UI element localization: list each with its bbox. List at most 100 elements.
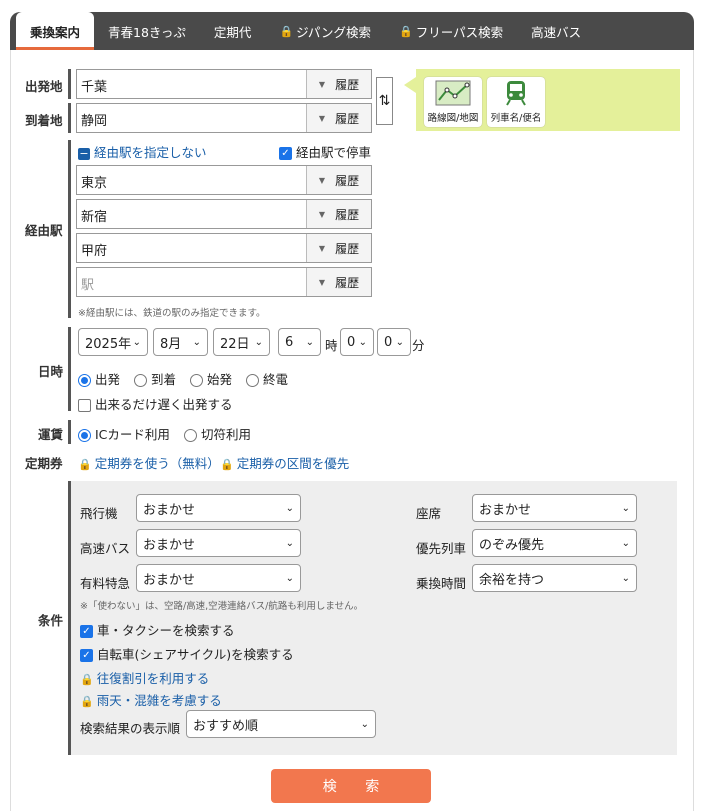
- bicycle-checkbox[interactable]: ✓ 自転車(シェアサイクル)を検索する: [80, 644, 294, 663]
- chevron-down-icon: ⌄: [132, 336, 141, 348]
- fare-label: 運賃: [38, 427, 64, 442]
- via-history-button[interactable]: ▼ 履歴: [307, 166, 371, 194]
- via-station-field-2[interactable]: 新宿 ▼ 履歴: [76, 199, 372, 229]
- transfer-label: 乗換時間: [416, 576, 467, 591]
- checkbox-checked-icon: ✓: [80, 649, 93, 662]
- pass-label: 定期券: [25, 456, 63, 471]
- via-station-field-4[interactable]: 駅 ▼ 履歴: [76, 267, 372, 297]
- departure-field[interactable]: 千葉 ▼ 履歴: [76, 69, 372, 99]
- via-note: ※経由駅には、鉄道の駅のみ指定できます。: [78, 308, 266, 319]
- stop-at-via-label: 経由駅で停車: [295, 145, 371, 160]
- tab-route-search[interactable]: 乗換案内: [16, 12, 95, 50]
- mode-label: 終電: [263, 372, 289, 387]
- lock-icon: 🔒: [78, 458, 92, 471]
- via-history-button[interactable]: ▼ 履歴: [307, 234, 371, 262]
- round-trip-link[interactable]: 🔒 往復割引を利用する: [80, 668, 209, 687]
- conditions-note: ※「使わない」は、空路/高速,空港連絡バス/航路も利用しません。: [80, 601, 364, 612]
- tab-free-pass[interactable]: 🔒 フリーパス検索: [385, 12, 517, 50]
- chevron-down-icon: ⌄: [285, 537, 294, 549]
- prefer-pass-label: 定期券の区間を優先: [236, 456, 350, 471]
- sort-select[interactable]: おすすめ順 ⌄: [186, 710, 376, 738]
- via-station-input[interactable]: 甲府: [77, 234, 307, 262]
- via-station-field-1[interactable]: 東京 ▼ 履歴: [76, 165, 372, 195]
- tab-bar: 乗換案内 青春18きっぷ 定期代 🔒 ジパング検索 🔒 フリーパス検索 高速バス: [10, 12, 694, 50]
- minute-tens-select[interactable]: 0 ⌄: [340, 328, 374, 356]
- section-bar: [68, 481, 71, 755]
- no-via-link[interactable]: − 経由駅を指定しない: [78, 142, 207, 161]
- arrival-field[interactable]: 静岡 ▼ 履歴: [76, 103, 372, 133]
- via-station-input[interactable]: 東京: [77, 166, 307, 194]
- month-select[interactable]: 8月 ⌄: [153, 328, 208, 356]
- section-bar: [68, 103, 71, 133]
- year-select[interactable]: 2025年 ⌄: [78, 328, 148, 356]
- year-value: 2025年: [85, 336, 132, 352]
- arrival-input[interactable]: 静岡: [77, 104, 307, 132]
- train-name-button[interactable]: 列車名/便名: [487, 77, 545, 127]
- via-station-input[interactable]: 駅: [77, 268, 307, 296]
- route-map-label: 路線図/地図: [427, 113, 479, 124]
- day-select[interactable]: 22日 ⌄: [213, 328, 270, 356]
- chevron-down-icon: ⌄: [621, 537, 630, 549]
- seat-select[interactable]: おまかせ ⌄: [472, 494, 637, 522]
- priority-train-link[interactable]: 優先列車: [416, 538, 466, 557]
- search-button[interactable]: 検 索: [271, 769, 431, 803]
- late-departure-checkbox[interactable]: 出来るだけ遅く出発する: [78, 394, 233, 413]
- swap-arrow-icon: ⇅: [378, 93, 391, 109]
- transfer-select[interactable]: 余裕を持つ ⌄: [472, 564, 637, 592]
- express-select[interactable]: おまかせ ⌄: [136, 564, 301, 592]
- weather-link[interactable]: 🔒 雨天・混雑を考慮する: [80, 690, 222, 709]
- express-label: 有料特急: [80, 576, 131, 591]
- via-history-button[interactable]: ▼ 履歴: [307, 268, 371, 296]
- late-departure-label: 出来るだけ遅く出発する: [94, 397, 233, 412]
- minus-icon: −: [78, 146, 90, 160]
- mode-radio-departure[interactable]: 出発: [78, 369, 120, 388]
- history-label: 履歴: [335, 275, 360, 290]
- use-pass-link[interactable]: 🔒 定期券を使う（無料）: [78, 453, 220, 472]
- car-taxi-checkbox[interactable]: ✓ 車・タクシーを検索する: [80, 620, 235, 639]
- fare-radio-ic[interactable]: ICカード利用: [78, 424, 170, 443]
- radio-selected-icon: [78, 374, 91, 387]
- via-history-button[interactable]: ▼ 履歴: [307, 200, 371, 228]
- arrival-history-button[interactable]: ▼ 履歴: [307, 104, 371, 132]
- fare-option-label: 切符利用: [201, 427, 252, 442]
- departure-history-button[interactable]: ▼ 履歴: [307, 70, 371, 98]
- via-station-field-3[interactable]: 甲府 ▼ 履歴: [76, 233, 372, 263]
- mode-radio-first[interactable]: 始発: [190, 369, 232, 388]
- no-via-label: 経由駅を指定しない: [93, 145, 207, 160]
- tab-label: 定期代: [213, 24, 252, 40]
- minute-ones-value: 0: [384, 334, 393, 350]
- chevron-down-icon: ⌄: [358, 336, 367, 348]
- priority-select[interactable]: のぞみ優先 ⌄: [472, 529, 637, 557]
- departure-input[interactable]: 千葉: [77, 70, 307, 98]
- radio-icon: [190, 374, 203, 387]
- fare-radio-ticket[interactable]: 切符利用: [184, 424, 251, 443]
- airplane-select[interactable]: おまかせ ⌄: [136, 494, 301, 522]
- route-map-button[interactable]: 路線図/地図: [424, 77, 482, 127]
- tab-label: 高速バス: [531, 24, 582, 40]
- hour-select[interactable]: 6 ⌄: [278, 328, 321, 356]
- stop-at-via-checkbox[interactable]: ✓ 経由駅で停車: [279, 142, 371, 161]
- section-bar: [68, 69, 71, 99]
- caret-down-icon: ▼: [318, 277, 326, 287]
- chevron-down-icon: ⌄: [305, 336, 314, 348]
- tab-label: ジパング検索: [296, 24, 372, 40]
- departure-label: 出発地: [25, 79, 63, 94]
- via-label: 経由駅: [25, 223, 63, 238]
- tab-highway-bus[interactable]: 高速バス: [517, 12, 595, 50]
- tab-commuter-pass[interactable]: 定期代: [200, 12, 266, 50]
- hour-value: 6: [285, 334, 294, 350]
- tab-zipangu[interactable]: 🔒 ジパング検索: [265, 12, 385, 50]
- mode-radio-arrival[interactable]: 到着: [134, 369, 176, 388]
- mode-radio-last[interactable]: 終電: [246, 369, 288, 388]
- radio-icon: [134, 374, 147, 387]
- caret-down-icon: ▼: [318, 243, 326, 253]
- bus-select[interactable]: おまかせ ⌄: [136, 529, 301, 557]
- minute-unit: 分: [412, 338, 425, 353]
- minute-ones-select[interactable]: 0 ⌄: [377, 328, 411, 356]
- tab-seishun18[interactable]: 青春18きっぷ: [94, 12, 200, 50]
- radio-icon: [184, 429, 197, 442]
- section-bar: [68, 140, 71, 318]
- via-station-input[interactable]: 新宿: [77, 200, 307, 228]
- prefer-pass-link[interactable]: 🔒 定期券の区間を優先: [220, 453, 349, 472]
- swap-stations-button[interactable]: ⇅: [376, 77, 393, 125]
